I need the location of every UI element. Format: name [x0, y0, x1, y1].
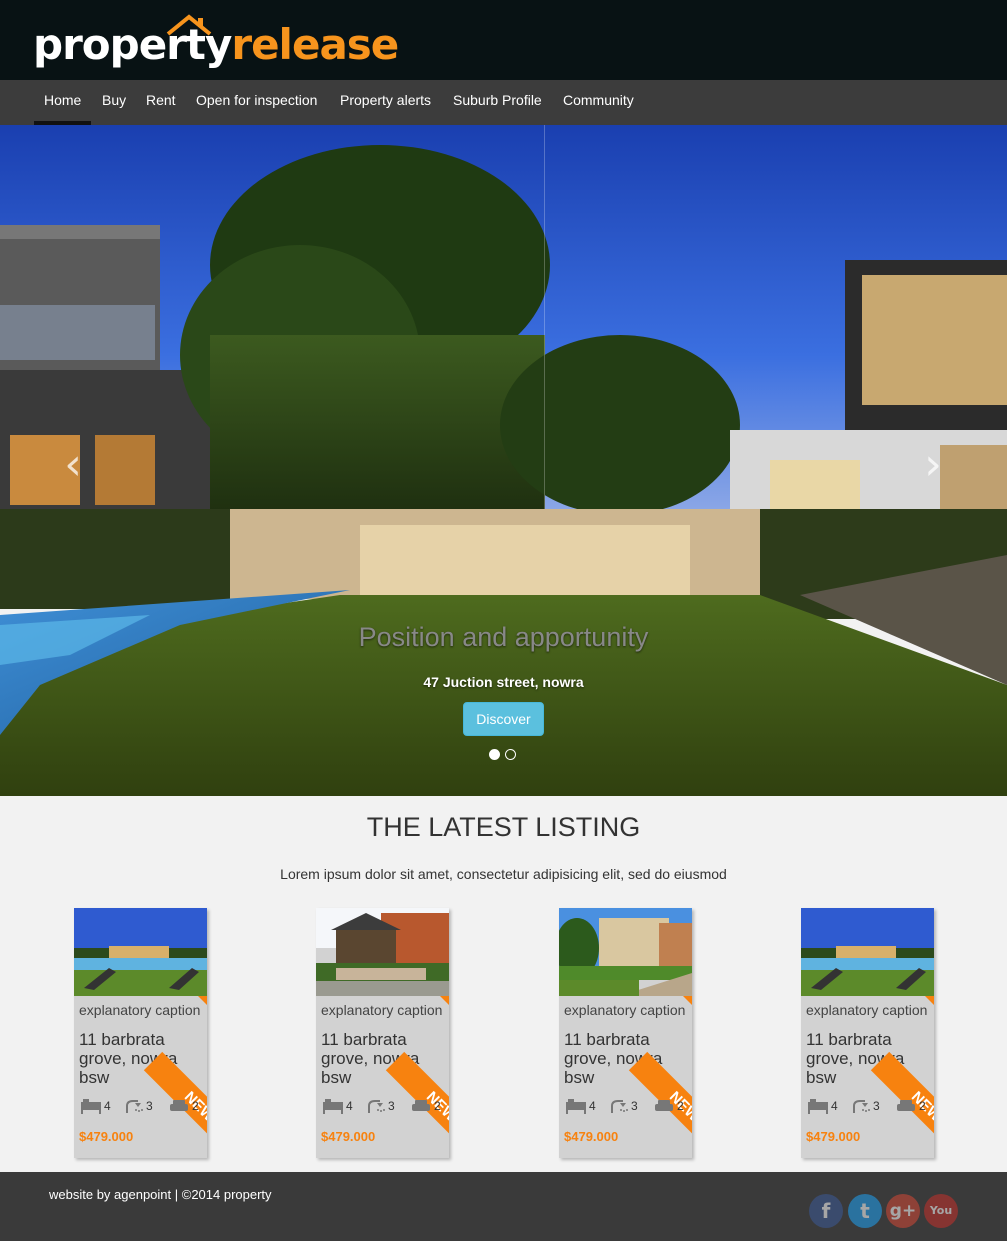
nav-property-alerts[interactable]: Property alerts — [340, 80, 431, 125]
nav-suburb-profile[interactable]: Suburb Profile — [453, 80, 542, 125]
card-caption: explanatory caption — [321, 1002, 443, 1018]
carousel-dot-2[interactable] — [505, 749, 516, 760]
car-icon — [412, 1100, 430, 1111]
youtube-icon[interactable]: You — [924, 1194, 958, 1228]
card-price: $479.000 — [79, 1129, 134, 1144]
hero-address: 47 Juction street, nowra — [423, 674, 584, 690]
listing-photo — [316, 908, 449, 996]
bed-icon — [81, 1099, 101, 1114]
card-caption: explanatory caption — [564, 1002, 686, 1018]
baths-feature: 3 — [366, 1098, 395, 1114]
shower-icon — [611, 1100, 628, 1113]
shower-icon — [126, 1100, 143, 1113]
baths-count: 3 — [388, 1099, 395, 1113]
card-price: $479.000 — [806, 1129, 861, 1144]
nav-open-for-inspection[interactable]: Open for inspection — [196, 80, 317, 125]
baths-feature: 3 — [609, 1098, 638, 1114]
nav-community[interactable]: Community — [563, 80, 634, 125]
shower-icon — [368, 1100, 385, 1113]
carousel-next-icon[interactable]: › — [918, 443, 948, 487]
baths-count: 3 — [873, 1099, 880, 1113]
cars-feature: 2 — [168, 1098, 199, 1114]
beds-count: 4 — [589, 1099, 596, 1113]
beds-feature: 4 — [80, 1098, 111, 1114]
twitter-icon[interactable]: t — [848, 1194, 882, 1228]
google-plus-icon[interactable]: g+ — [886, 1194, 920, 1228]
car-icon — [170, 1100, 188, 1111]
site-header: property release — [0, 0, 1007, 80]
beds-feature: 4 — [807, 1098, 838, 1114]
nav-rent[interactable]: Rent — [146, 80, 176, 125]
section-title: THE LATEST LISTING — [366, 812, 641, 842]
listing-photo — [801, 908, 934, 996]
baths-count: 3 — [631, 1099, 638, 1113]
cars-feature: 2 — [895, 1098, 926, 1114]
card-price: $479.000 — [564, 1129, 619, 1144]
section-subtitle: Lorem ipsum dolor sit amet, consectetur … — [280, 866, 727, 882]
car-icon — [897, 1100, 915, 1111]
logo-text-release: release — [231, 20, 399, 69]
facebook-icon[interactable]: f — [809, 1194, 843, 1228]
house-roof-icon — [166, 14, 212, 36]
main-nav: Home Buy Rent Open for inspection Proper… — [0, 80, 1007, 125]
nav-buy[interactable]: Buy — [102, 80, 126, 125]
carousel-prev-icon[interactable]: ‹ — [58, 443, 88, 487]
hero-title: Position and apportunity — [358, 622, 649, 652]
cars-count: 2 — [677, 1099, 684, 1113]
beds-feature: 4 — [322, 1098, 353, 1114]
nav-home[interactable]: Home — [33, 80, 92, 125]
hero-image — [0, 125, 1007, 796]
listing-card[interactable]: explanatory caption 11 barbrata grove, n… — [559, 908, 692, 1158]
baths-feature: 3 — [124, 1098, 153, 1114]
beds-count: 4 — [831, 1099, 838, 1113]
bed-icon — [566, 1099, 586, 1114]
car-icon — [655, 1100, 673, 1111]
bed-icon — [808, 1099, 828, 1114]
card-price: $479.000 — [321, 1129, 376, 1144]
carousel-dot-1[interactable] — [489, 749, 500, 760]
footer-credit: website by agenpoint | ©2014 property — [49, 1187, 272, 1202]
cars-count: 2 — [919, 1099, 926, 1113]
card-caption: explanatory caption — [806, 1002, 928, 1018]
baths-count: 3 — [146, 1099, 153, 1113]
cars-count: 2 — [192, 1099, 199, 1113]
carousel-indicators — [489, 749, 516, 760]
discover-button[interactable]: Discover — [463, 702, 544, 736]
cars-count: 2 — [434, 1099, 441, 1113]
beds-feature: 4 — [565, 1098, 596, 1114]
shower-icon — [853, 1100, 870, 1113]
beds-count: 4 — [346, 1099, 353, 1113]
listing-photo — [74, 908, 207, 996]
site-footer: website by agenpoint | ©2014 property f … — [0, 1172, 1007, 1241]
logo[interactable]: property release — [33, 14, 399, 70]
listing-photo — [559, 908, 692, 996]
bed-icon — [323, 1099, 343, 1114]
beds-count: 4 — [104, 1099, 111, 1113]
listing-card[interactable]: explanatory caption 11 barbrata grove, n… — [801, 908, 934, 1158]
listing-card[interactable]: explanatory caption 11 barbrata grove, n… — [316, 908, 449, 1158]
cars-feature: 2 — [653, 1098, 684, 1114]
hero-carousel: ‹ › Position and apportunity 47 Juction … — [0, 125, 1007, 796]
baths-feature: 3 — [851, 1098, 880, 1114]
cars-feature: 2 — [410, 1098, 441, 1114]
listing-card[interactable]: explanatory caption 11 barbrata grove, n… — [74, 908, 207, 1158]
card-caption: explanatory caption — [79, 1002, 201, 1018]
